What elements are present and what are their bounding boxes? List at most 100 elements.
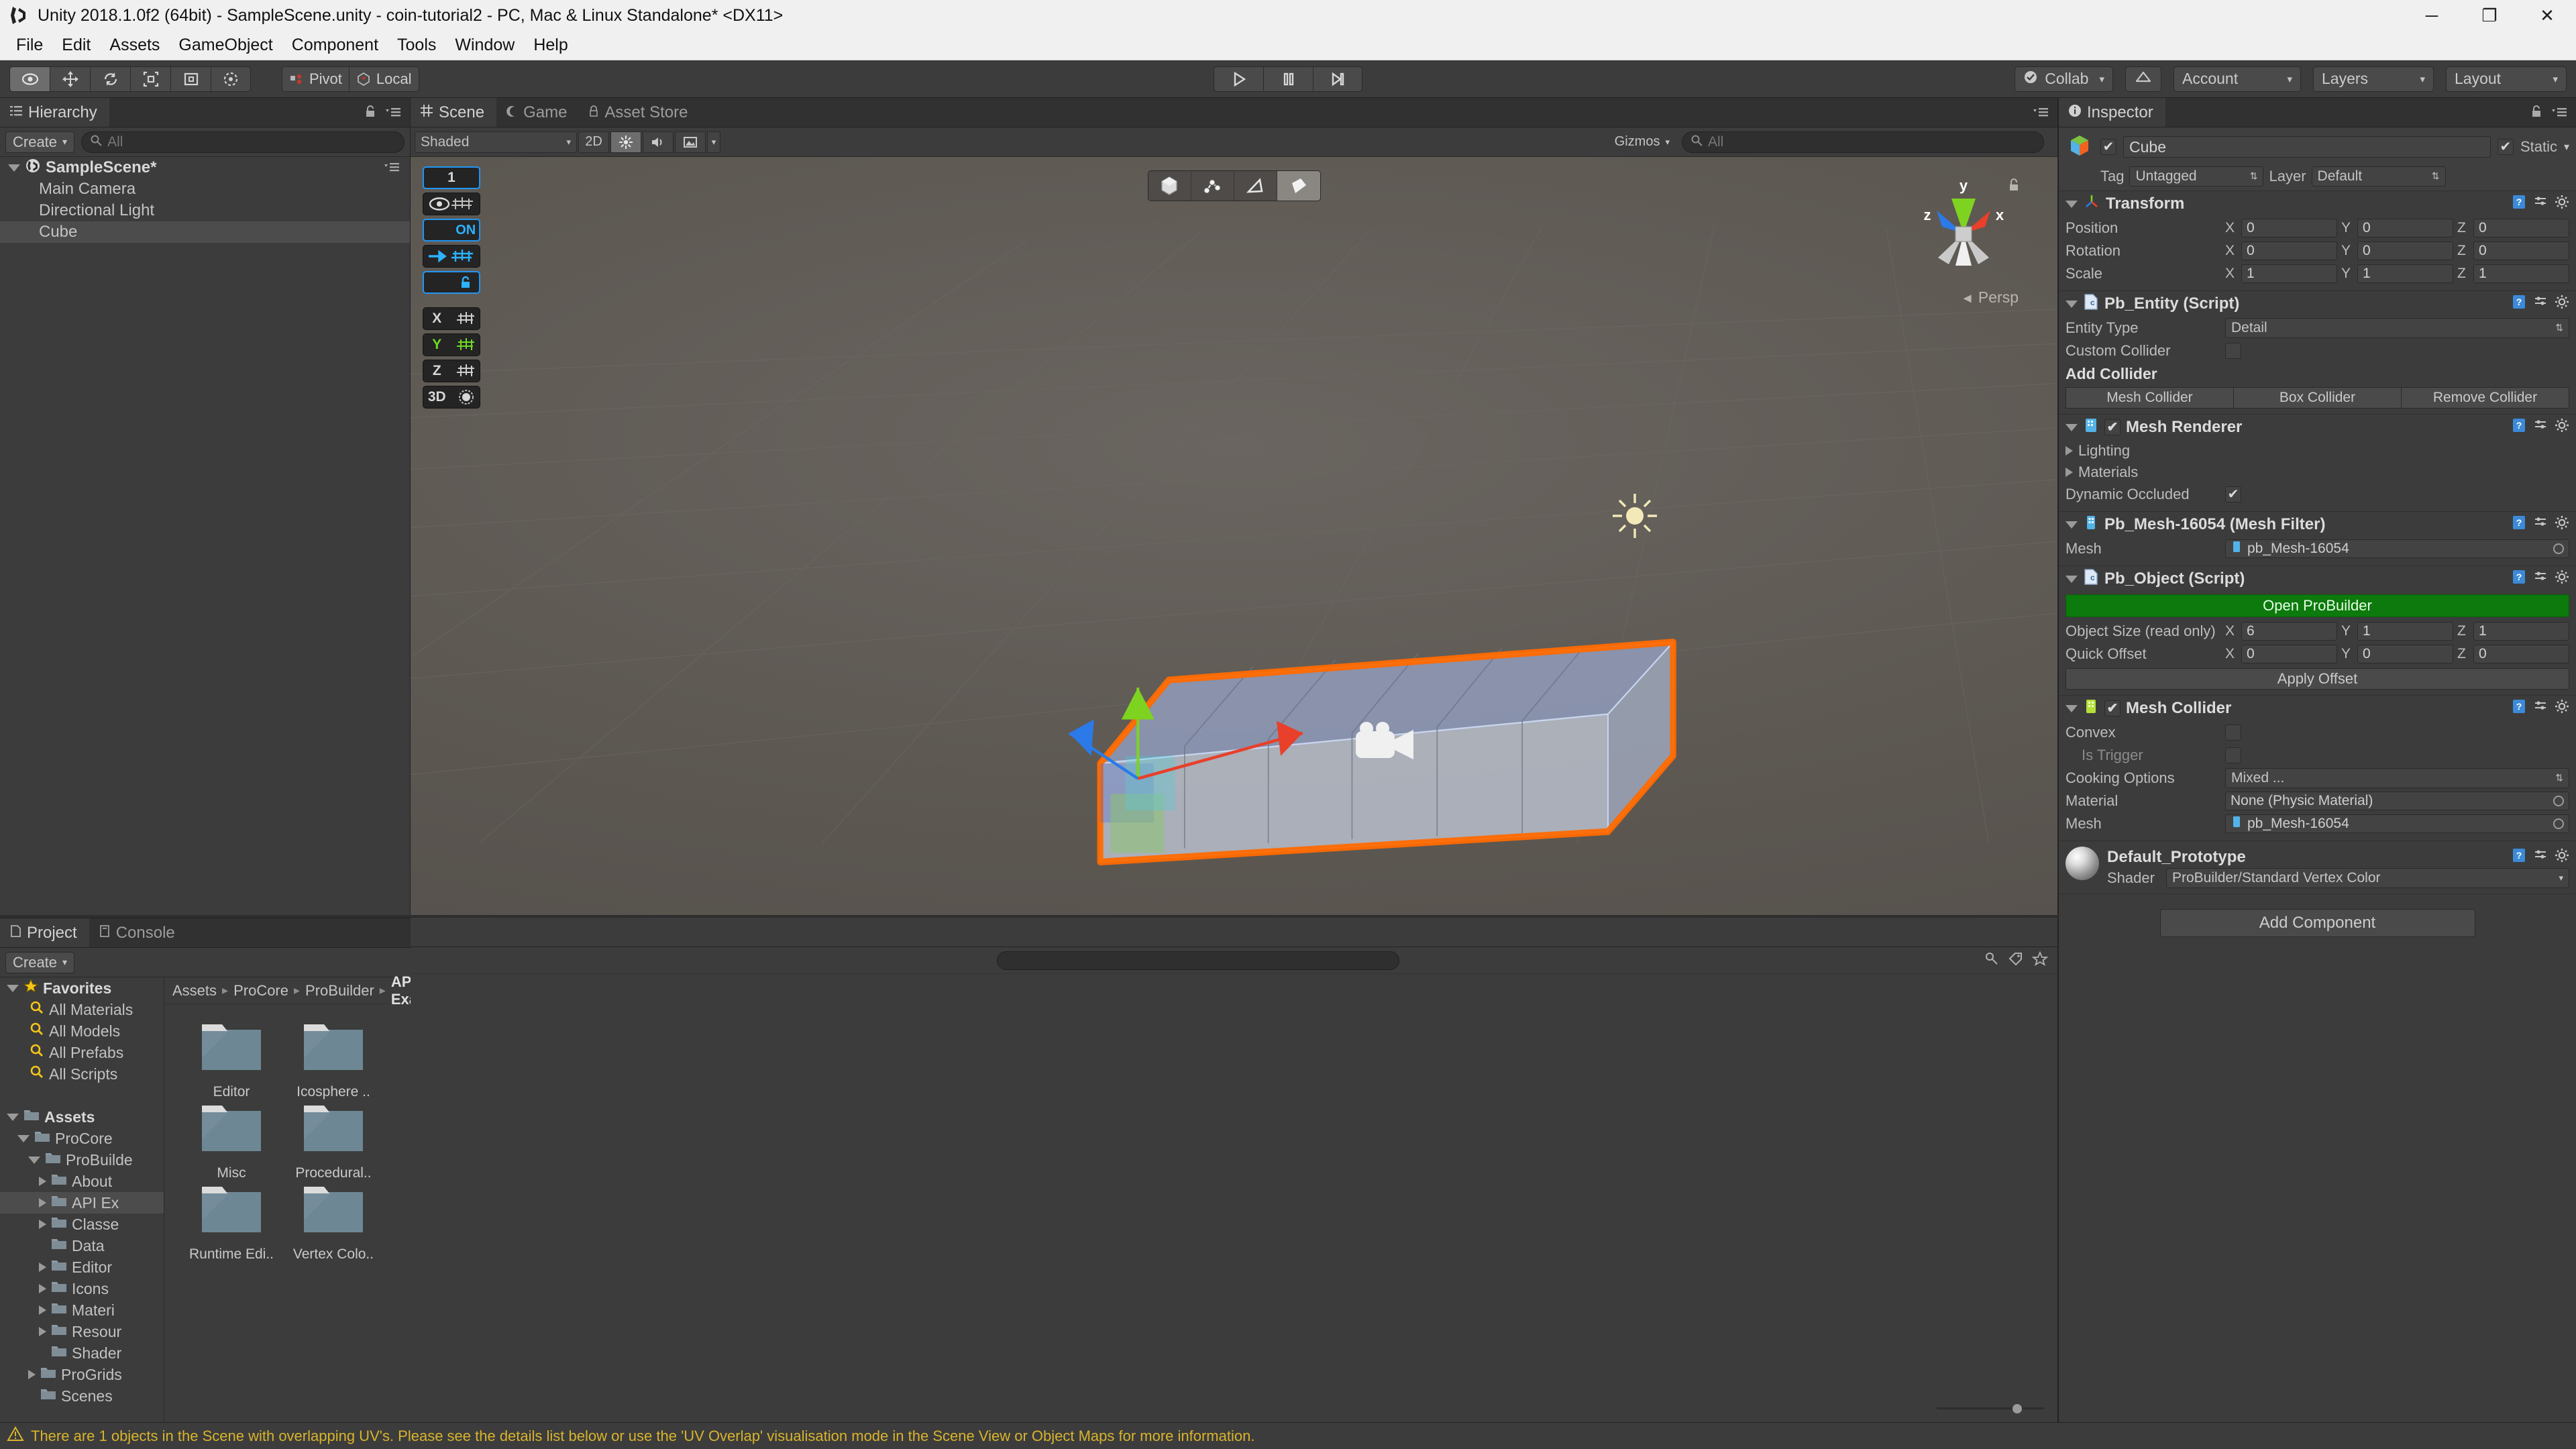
mesh-filter-mesh-field[interactable]: pb_Mesh-16054 (2225, 539, 2569, 558)
mesh-collider-enabled-checkbox[interactable] (2104, 700, 2121, 716)
transform-x-field[interactable]: 0 (2241, 241, 2337, 260)
favorite-icon[interactable] (2031, 950, 2049, 971)
add-component-button[interactable]: Add Component (2159, 909, 2475, 937)
gameobject-enabled-checkbox[interactable] (2100, 139, 2116, 155)
scene-orientation-gizmo[interactable]: y z x (1910, 172, 2018, 290)
project-tree-item[interactable]: All Models (0, 1020, 164, 1042)
chevron-down-icon[interactable] (2065, 300, 2078, 308)
pb-object-header[interactable]: c Pb_Object (Script) ? (2059, 566, 2576, 592)
lighting-foldout[interactable]: Lighting (2065, 440, 2569, 462)
preset-icon[interactable] (2533, 848, 2548, 867)
minimize-button[interactable]: ─ (2403, 0, 2461, 31)
asset-folder-item[interactable]: Misc (180, 1100, 282, 1181)
tag-dropdown[interactable]: Untagged ⇅ (2129, 166, 2264, 186)
collab-button[interactable]: Collab ▾ (2015, 66, 2113, 92)
account-button[interactable]: Account ▾ (2174, 66, 2301, 92)
layout-button[interactable]: Layout ▾ (2446, 66, 2567, 92)
object-picker-icon[interactable] (2553, 543, 2564, 554)
chevron-down-icon[interactable] (17, 1134, 30, 1142)
camera-gizmo[interactable] (1346, 714, 1427, 774)
chevron-right-icon[interactable] (39, 1177, 46, 1186)
scale-tool-button[interactable] (130, 66, 170, 92)
project-tree-item[interactable]: All Materials (0, 999, 164, 1020)
tab-console[interactable]: Console (89, 918, 187, 947)
gear-icon[interactable] (2555, 418, 2569, 437)
hierarchy-scene-row[interactable]: SampleScene* (0, 157, 410, 178)
chevron-down-icon[interactable] (2065, 521, 2078, 529)
directional-light-gizmo[interactable] (1605, 486, 1665, 546)
remove-collider-button[interactable]: Remove Collider (2401, 387, 2569, 409)
quick-offset-z[interactable]: 0 (2473, 645, 2569, 663)
help-icon[interactable]: ? (2512, 194, 2526, 215)
entity-type-dropdown[interactable]: Detail ⇅ (2225, 318, 2569, 338)
chevron-right-icon[interactable] (39, 1220, 46, 1229)
mesh-collider-button[interactable]: Mesh Collider (2065, 387, 2233, 409)
scene-options-icon[interactable] (383, 158, 410, 177)
static-checkbox[interactable] (2497, 139, 2514, 155)
chevron-down-icon[interactable] (2065, 200, 2078, 208)
chevron-down-icon[interactable] (28, 1156, 40, 1164)
preset-icon[interactable] (2533, 699, 2548, 718)
open-probuilder-button[interactable]: Open ProBuilder (2065, 594, 2569, 617)
menu-gameobject[interactable]: GameObject (169, 33, 282, 58)
gear-icon[interactable] (2555, 195, 2569, 214)
object-picker-icon[interactable] (2553, 796, 2564, 806)
help-icon[interactable]: ? (2512, 847, 2526, 868)
static-dropdown-icon[interactable]: ▾ (2564, 140, 2569, 154)
quick-offset-y[interactable]: 0 (2357, 645, 2453, 663)
project-tree-item[interactable]: ProGrids (0, 1364, 164, 1385)
help-icon[interactable]: ? (2512, 417, 2526, 438)
asset-folder-item[interactable]: Editor (180, 1019, 282, 1100)
chevron-right-icon[interactable] (39, 1198, 46, 1208)
breadcrumb-item[interactable]: Assets (172, 982, 217, 1000)
gear-icon[interactable] (2555, 570, 2569, 589)
transform-z-field[interactable]: 0 (2473, 241, 2569, 260)
menu-file[interactable]: File (7, 33, 52, 58)
layers-button[interactable]: Layers ▾ (2313, 66, 2434, 92)
lock-icon[interactable] (2530, 102, 2542, 123)
menu-window[interactable]: Window (445, 33, 524, 58)
project-tree-item[interactable]: Data (0, 1235, 164, 1256)
quick-offset-x[interactable]: 0 (2241, 645, 2337, 663)
chevron-right-icon[interactable] (39, 1263, 46, 1272)
chevron-down-icon[interactable] (2065, 704, 2078, 712)
filter-by-type-icon[interactable] (1984, 950, 2000, 971)
breadcrumb-item[interactable]: ProCore (233, 982, 288, 1000)
status-bar[interactable]: There are 1 objects in the Scene with ov… (0, 1422, 2576, 1449)
chevron-right-icon[interactable] (39, 1305, 46, 1315)
scene-viewport[interactable]: 1 ON X Y Z 3D y z x ◄ Persp (411, 157, 2057, 915)
project-tree-item[interactable]: ProBuilde (0, 1149, 164, 1171)
breadcrumb-item[interactable]: ProBuilder (305, 982, 374, 1000)
cooking-options-dropdown[interactable]: Mixed ... ⇅ (2225, 768, 2569, 788)
transform-x-field[interactable]: 1 (2241, 264, 2337, 283)
asset-folder-item[interactable]: Procedural.. (282, 1100, 384, 1181)
2d-toggle-button[interactable]: 2D (578, 131, 609, 153)
project-tree-item[interactable]: Classe (0, 1214, 164, 1235)
hierarchy-item-main-camera[interactable]: Main Camera (0, 178, 410, 200)
asset-folder-item[interactable]: Runtime Edi.. (180, 1181, 282, 1263)
dynamic-occluded-checkbox[interactable] (2225, 486, 2241, 502)
transform-z-field[interactable]: 1 (2473, 264, 2569, 283)
chevron-right-icon[interactable] (39, 1284, 46, 1293)
transform-y-field[interactable]: 0 (2357, 241, 2453, 260)
asset-folder-item[interactable]: Vertex Colo.. (282, 1181, 384, 1263)
menu-component[interactable]: Component (282, 33, 388, 58)
scene-effects-dropdown[interactable]: ▾ (707, 131, 720, 153)
gear-icon[interactable] (2555, 699, 2569, 718)
move-tool-button[interactable] (50, 66, 90, 92)
local-toggle-button[interactable]: Local (348, 66, 419, 92)
hierarchy-item-directional-light[interactable]: Directional Light (0, 200, 410, 221)
draw-mode-dropdown[interactable]: Shaded ▾ (415, 131, 577, 153)
mesh-filter-header[interactable]: Pb_Mesh-16054 (Mesh Filter) ? (2059, 512, 2576, 537)
project-tree-item[interactable]: Shader (0, 1342, 164, 1364)
scene-lighting-toggle[interactable] (610, 131, 641, 153)
apply-offset-button[interactable]: Apply Offset (2065, 668, 2569, 690)
selected-object-cube[interactable] (411, 157, 2057, 915)
hierarchy-create-button[interactable]: Create ▾ (5, 131, 75, 153)
help-icon[interactable]: ? (2512, 569, 2526, 590)
project-tree-item[interactable]: Editor (0, 1256, 164, 1278)
project-tree-item[interactable]: Icons (0, 1278, 164, 1299)
layer-dropdown[interactable]: Default ⇅ (2311, 166, 2446, 186)
menu-tools[interactable]: Tools (388, 33, 445, 58)
gear-icon[interactable] (2555, 515, 2569, 535)
